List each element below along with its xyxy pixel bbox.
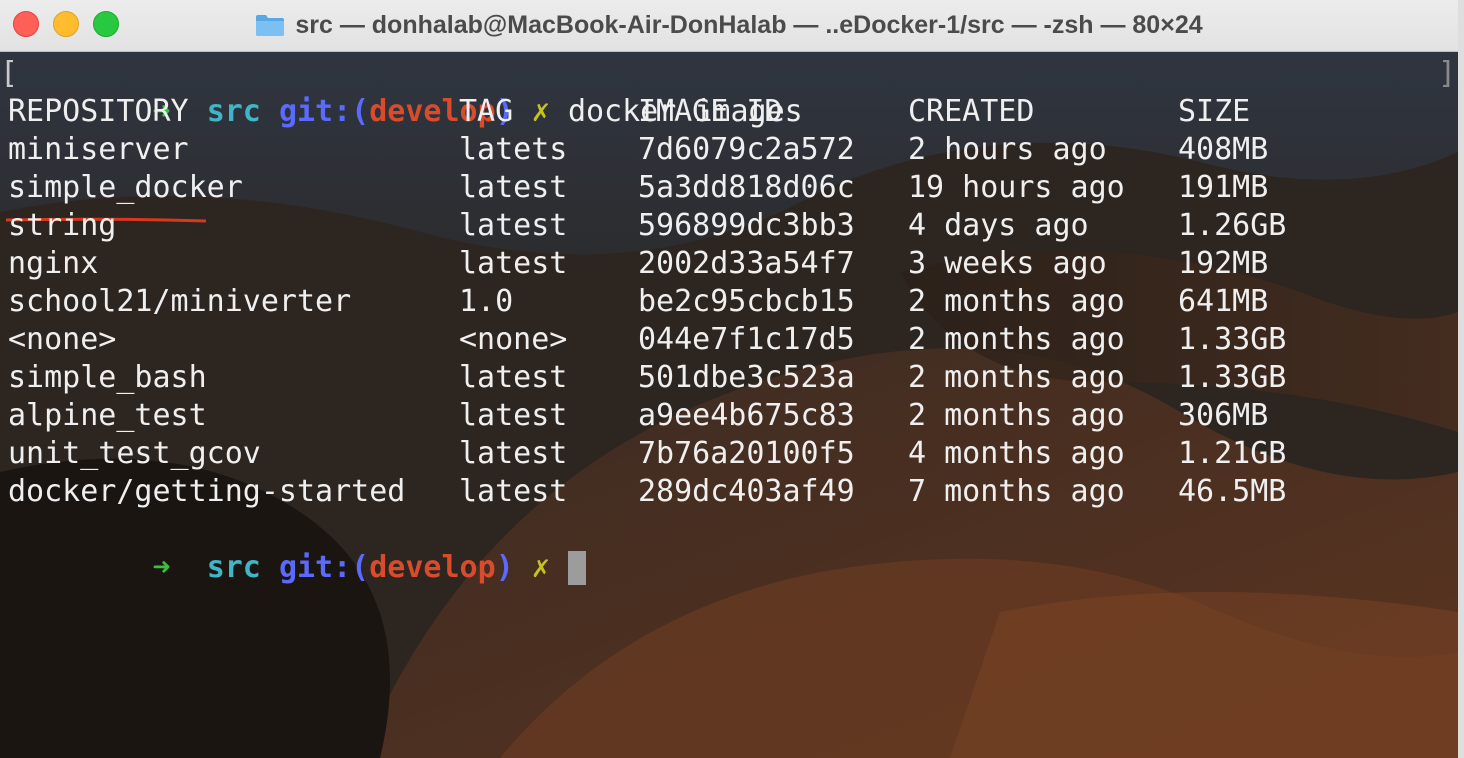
- header-created: CREATED: [908, 94, 1035, 129]
- table-row: nginx latest 2002d33a54f7 3 weeks ago 19…: [8, 245, 1268, 283]
- table-row: string latest 596899dc3bb3 4 days ago 1.…: [8, 207, 1286, 245]
- tag-cell: latest: [459, 436, 568, 471]
- tag-cell: latest: [459, 474, 568, 509]
- image-id-cell: be2c95cbcb15: [638, 284, 855, 319]
- created-cell: 7 months ago: [908, 474, 1125, 509]
- repository-cell: <none>: [8, 322, 117, 357]
- table-row: miniserver latets 7d6079c2a572 2 hours a…: [8, 131, 1268, 169]
- created-cell: 19 hours ago: [908, 170, 1125, 205]
- repository-cell: docker/getting-started: [8, 474, 406, 509]
- table-row: <none> <none> 044e7f1c17d5 2 months ago …: [8, 321, 1286, 359]
- tag-cell: latets: [459, 132, 568, 167]
- size-cell: 46.5MB: [1178, 474, 1287, 509]
- text-cursor[interactable]: [567, 551, 586, 585]
- terminal-output: [➜ src git:(develop) ✗ docker images] RE…: [0, 55, 1456, 585]
- prompt-line-1: [➜ src git:(develop) ✗ docker images]: [0, 55, 1456, 129]
- table-row: school21/miniverter 1.0 be2c95cbcb15 2 m…: [8, 283, 1268, 321]
- size-cell: 1.21GB: [1178, 436, 1287, 471]
- image-id-cell: 501dbe3c523a: [638, 360, 855, 395]
- created-cell: 2 months ago: [908, 322, 1125, 357]
- prompt-arrow: ➜: [152, 550, 171, 585]
- repository-cell: miniserver: [8, 132, 189, 167]
- created-cell: 2 months ago: [908, 360, 1125, 395]
- created-cell: 2 months ago: [908, 284, 1125, 319]
- mark-bracket-left: [: [0, 56, 19, 91]
- header-tag: TAG: [459, 94, 514, 129]
- image-id-cell: 7d6079c2a572: [638, 132, 855, 167]
- terminal-content[interactable]: [➜ src git:(develop) ✗ docker images] RE…: [0, 52, 1458, 758]
- table-row: alpine_test latest a9ee4b675c83 2 months…: [8, 397, 1268, 435]
- prompt-git-prefix: git:(: [278, 550, 370, 585]
- image-id-cell: a9ee4b675c83: [638, 398, 855, 433]
- header-image-id: IMAGE ID: [638, 94, 783, 129]
- size-cell: 1.26GB: [1178, 208, 1287, 243]
- tag-cell: <none>: [459, 322, 568, 357]
- title-bar[interactable]: src — donhalab@MacBook-Air-DonHalab — ..…: [0, 0, 1458, 52]
- size-cell: 306MB: [1178, 398, 1269, 433]
- created-cell: 3 weeks ago: [908, 246, 1107, 281]
- tag-cell: latest: [459, 360, 568, 395]
- image-id-cell: 289dc403af49: [638, 474, 855, 509]
- size-cell: 408MB: [1178, 132, 1269, 167]
- image-id-cell: 596899dc3bb3: [638, 208, 855, 243]
- window-title-area: src — donhalab@MacBook-Air-DonHalab — ..…: [0, 0, 1458, 50]
- size-cell: 1.33GB: [1178, 322, 1287, 357]
- tag-cell: latest: [459, 246, 568, 281]
- mark-bracket-right: ]: [1438, 56, 1457, 91]
- terminal-window: src — donhalab@MacBook-Air-DonHalab — ..…: [0, 0, 1464, 758]
- image-id-cell: 2002d33a54f7: [638, 246, 855, 281]
- window-title: src — donhalab@MacBook-Air-DonHalab — ..…: [295, 10, 1203, 39]
- table-row: simple_bash latest 501dbe3c523a 2 months…: [8, 359, 1286, 397]
- image-id-cell: 044e7f1c17d5: [638, 322, 855, 357]
- table-header-row: REPOSITORY TAG IMAGE ID CREATED SIZE: [8, 93, 1250, 131]
- size-cell: 192MB: [1178, 246, 1269, 281]
- created-cell: 2 hours ago: [908, 132, 1107, 167]
- tag-cell: 1.0: [459, 284, 514, 319]
- repository-cell: simple_docker: [8, 170, 243, 205]
- table-row: docker/getting-started latest 289dc403af…: [8, 473, 1286, 511]
- table-row: simple_docker latest 5a3dd818d06c 19 hou…: [8, 169, 1268, 207]
- prompt-dirty-mark: ✗: [531, 550, 550, 585]
- table-row: unit_test_gcov latest 7b76a20100f5 4 mon…: [8, 435, 1286, 473]
- header-repository: REPOSITORY: [8, 94, 189, 129]
- prompt-branch: develop: [369, 550, 496, 585]
- prompt-directory: src: [206, 550, 261, 585]
- repository-cell: school21/miniverter: [8, 284, 352, 319]
- prompt-line-2[interactable]: ➜ src git:(develop) ✗: [8, 511, 803, 585]
- size-cell: 641MB: [1178, 284, 1269, 319]
- prompt-git-suffix: ): [495, 550, 514, 585]
- repository-cell: simple_bash: [8, 360, 207, 395]
- image-id-cell: 7b76a20100f5: [638, 436, 855, 471]
- tag-cell: latest: [459, 170, 568, 205]
- tag-cell: latest: [459, 398, 568, 433]
- repository-cell: string: [8, 208, 117, 243]
- created-cell: 2 months ago: [908, 398, 1125, 433]
- created-cell: 4 months ago: [908, 436, 1125, 471]
- size-cell: 191MB: [1178, 170, 1269, 205]
- repository-cell: unit_test_gcov: [8, 436, 261, 471]
- folder-icon: [256, 15, 285, 36]
- image-id-cell: 5a3dd818d06c: [638, 170, 855, 205]
- repository-cell: alpine_test: [8, 398, 207, 433]
- size-cell: 1.33GB: [1178, 360, 1287, 395]
- repository-cell: nginx: [8, 246, 99, 281]
- tag-cell: latest: [459, 208, 568, 243]
- header-size: SIZE: [1178, 94, 1251, 129]
- created-cell: 4 days ago: [908, 208, 1089, 243]
